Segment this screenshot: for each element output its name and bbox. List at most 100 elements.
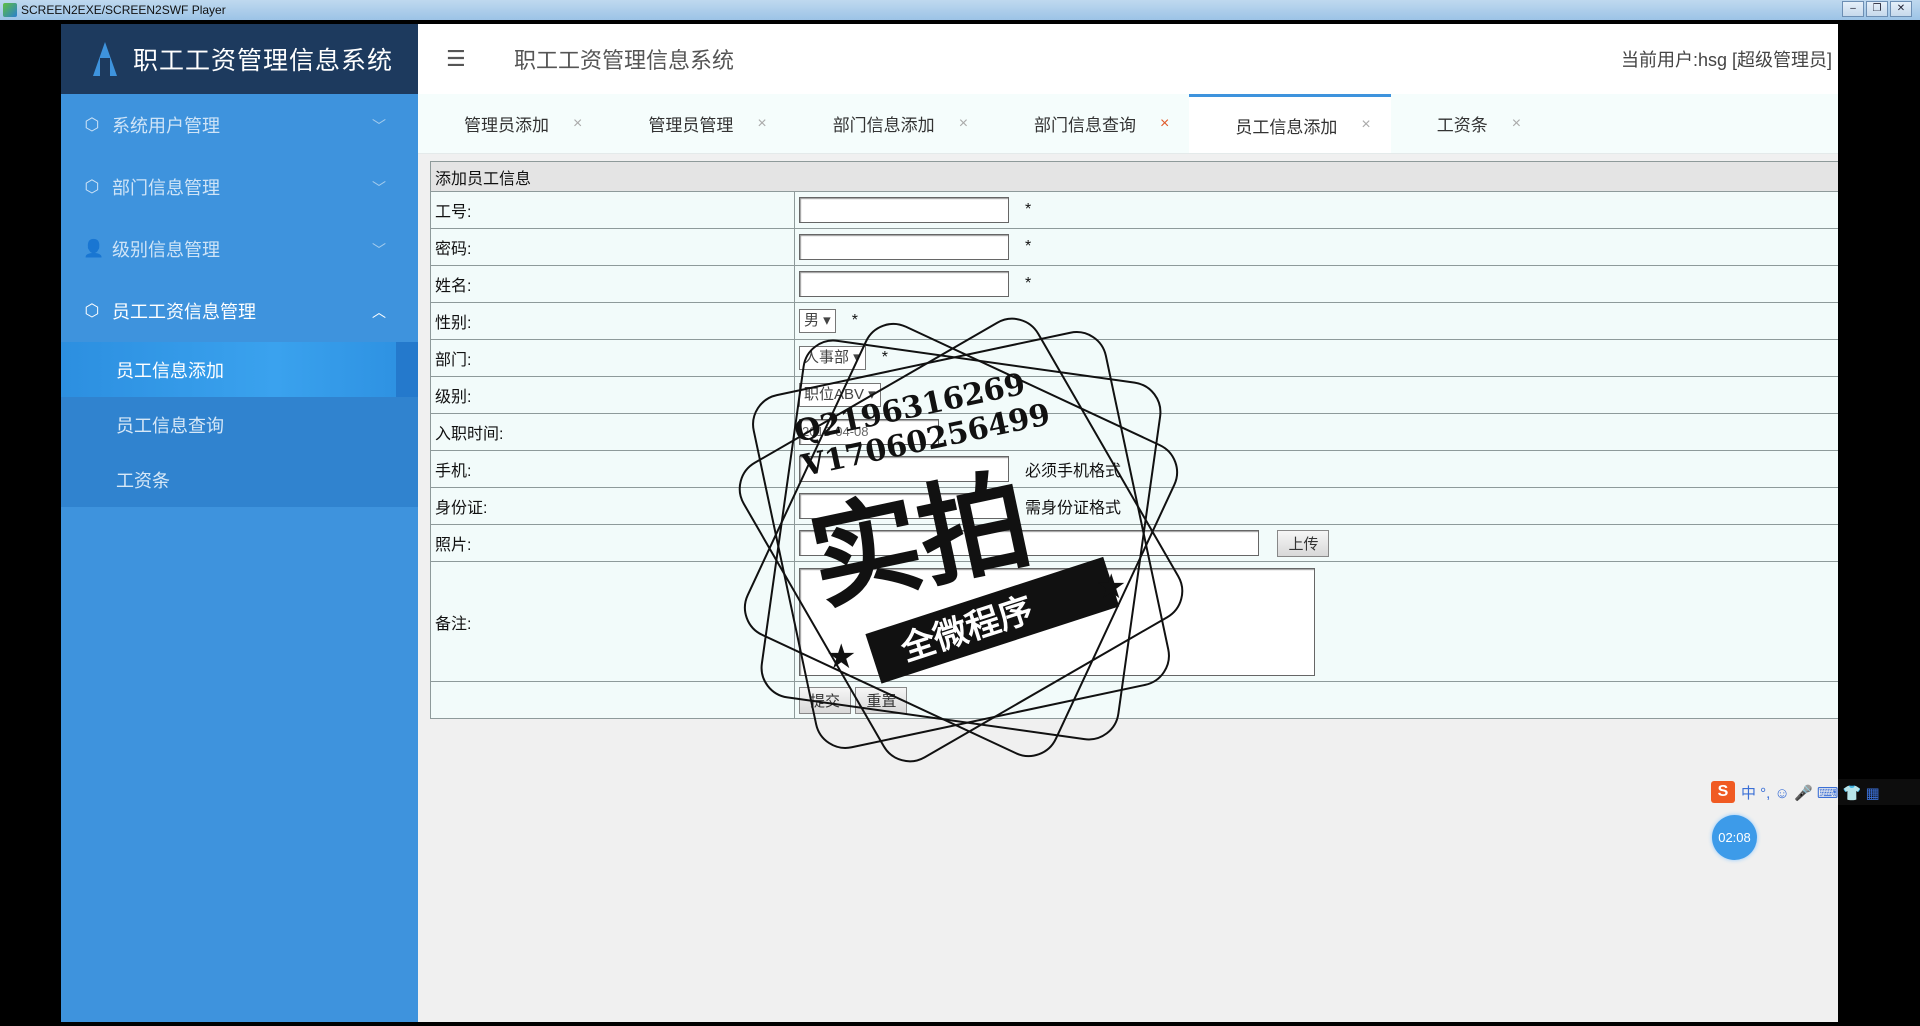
cube-icon: ⬡ — [84, 115, 100, 134]
field-label: 照片: — [430, 524, 795, 562]
upload-button[interactable]: 上传 — [1277, 529, 1330, 557]
tab-dept-query[interactable]: 部门信息查询 × — [988, 94, 1189, 153]
close-icon[interactable]: × — [1361, 116, 1370, 134]
required-mark: * — [881, 349, 888, 366]
required-mark: * — [1025, 275, 1032, 292]
select-value: 男 — [804, 312, 820, 329]
sidebar-item-payslip[interactable]: 工资条 — [61, 452, 418, 507]
cube-icon: ⬡ — [84, 177, 100, 196]
close-icon[interactable]: × — [573, 115, 582, 133]
form-row-idcard: 身份证: 需身份证格式 — [430, 487, 1838, 525]
name-input[interactable] — [799, 271, 1009, 297]
close-icon[interactable]: × — [1512, 115, 1521, 133]
form-row-id: 工号: * — [430, 191, 1838, 229]
app-icon — [3, 3, 17, 17]
level-select[interactable]: 职位ABV ▾ — [799, 383, 881, 407]
remark-textarea[interactable] — [799, 567, 1315, 676]
field-label: 身份证: — [430, 487, 795, 525]
tab-label: 工资条 — [1436, 116, 1488, 135]
window-controls: ‒ ❐ ✕ — [1842, 1, 1912, 17]
sidebar-item-employee-query[interactable]: 员工信息查询 — [61, 397, 418, 452]
user-icon: 👤 — [83, 239, 105, 258]
gender-select[interactable]: 男 ▾ — [799, 309, 836, 333]
tab-admin-add[interactable]: 管理员添加 × — [418, 94, 602, 153]
sidebar-item-employee-add[interactable]: 员工信息添加 — [61, 342, 418, 397]
tab-label: 管理员添加 — [464, 116, 549, 135]
form-row-join-date: 入职时间: 2018-04-08 — [430, 413, 1838, 451]
form-row-actions: 提交 重置 — [430, 681, 1838, 719]
select-value: 人事部 — [804, 349, 850, 366]
sidebar-group-label: 级别信息管理 — [112, 240, 220, 260]
form-row-name: 姓名: * — [430, 265, 1838, 303]
sidebar-group-label: 系统用户管理 — [112, 116, 220, 136]
form-row-level: 级别: 职位ABV ▾ — [430, 376, 1838, 414]
ime-status[interactable]: 中 °, ☺ 🎤 ⌨ 👕 ▦ — [1741, 782, 1880, 803]
current-user[interactable]: 当前用户:hsg [超级管理员] — [1621, 46, 1832, 72]
logo-icon — [91, 42, 119, 76]
sidebar-group-label: 部门信息管理 — [112, 178, 220, 198]
chevron-up-icon: ︿ — [372, 304, 386, 320]
reset-button[interactable]: 重置 — [855, 686, 908, 714]
close-icon[interactable]: × — [959, 115, 968, 133]
ime-toolbar[interactable]: S 中 °, ☺ 🎤 ⌨ 👕 ▦ — [1711, 779, 1920, 805]
form-row-password: 密码: * — [430, 228, 1838, 266]
tab-admin-manage[interactable]: 管理员管理 × — [602, 94, 786, 153]
phone-input[interactable] — [799, 456, 1009, 482]
idcard-hint: 需身份证格式 — [1025, 500, 1122, 517]
field-label: 姓名: — [430, 265, 795, 303]
join-date-input[interactable]: 2018-04-08 — [799, 419, 939, 445]
idcard-input[interactable] — [799, 493, 1009, 519]
form-row-phone: 手机: 必须手机格式 — [430, 450, 1838, 488]
tab-label: 部门信息添加 — [832, 116, 935, 135]
form-row-remark: 备注: — [430, 561, 1838, 682]
photo-input[interactable] — [799, 530, 1259, 556]
employee-form: 添加员工信息 工号: * 密码: * 姓名: * 性别: 男 ▾ * 部门: 人… — [430, 161, 1838, 719]
sidebar-group-salary[interactable]: ⬡ 员工工资信息管理 ︿ — [61, 280, 418, 342]
employee-id-input[interactable] — [799, 197, 1009, 223]
chevron-down-icon: ﹀ — [372, 242, 386, 258]
tab-employee-add[interactable]: 员工信息添加 × — [1189, 94, 1391, 153]
form-header: 添加员工信息 — [430, 161, 1838, 192]
close-icon[interactable]: × — [1160, 115, 1169, 133]
menu-toggle-icon[interactable]: ☰ — [446, 46, 474, 72]
field-label: 密码: — [430, 228, 795, 266]
form-row-photo: 照片: 上传 — [430, 524, 1838, 562]
topbar: ☰ 职工工资管理信息系统 当前用户:hsg [超级管理员] — [418, 24, 1838, 94]
tab-dept-add[interactable]: 部门信息添加 × — [787, 94, 988, 153]
department-select[interactable]: 人事部 ▾ — [799, 346, 866, 370]
minimize-icon[interactable]: ‒ — [1842, 1, 1864, 17]
main-content: ☰ 职工工资管理信息系统 当前用户:hsg [超级管理员] 管理员添加 × 管理员… — [418, 24, 1838, 1022]
sidebar-group-departments[interactable]: ⬡ 部门信息管理 ﹀ — [61, 156, 418, 218]
submit-button[interactable]: 提交 — [799, 686, 852, 714]
form-row-department: 部门: 人事部 ▾ * — [430, 339, 1838, 377]
required-mark: * — [1025, 238, 1032, 255]
brand: 职工工资管理信息系统 — [61, 24, 418, 94]
sogou-logo-icon: S — [1711, 781, 1735, 803]
field-label: 工号: — [430, 191, 795, 229]
close-icon[interactable]: ✕ — [1890, 1, 1912, 17]
field-label: 入职时间: — [430, 413, 795, 451]
tab-label: 管理员管理 — [648, 116, 734, 135]
window-title: SCREEN2EXE/SCREEN2SWF Player — [21, 3, 226, 17]
chevron-down-icon: ﹀ — [372, 118, 386, 134]
chevron-down-icon: ﹀ — [372, 180, 386, 196]
join-date-value: 2018-04-08 — [802, 424, 869, 439]
tab-label: 部门信息查询 — [1034, 116, 1137, 135]
required-mark: * — [851, 312, 858, 329]
page-title: 职工工资管理信息系统 — [514, 48, 735, 73]
form-row-gender: 性别: 男 ▾ * — [430, 302, 1838, 340]
password-input[interactable] — [799, 234, 1009, 260]
close-icon[interactable]: × — [757, 115, 766, 133]
cube-icon: ⬡ — [84, 301, 100, 320]
sidebar: 职工工资管理信息系统 ⬡ 系统用户管理 ﹀ ⬡ 部门信息管理 ﹀ 👤 级别信息管… — [61, 24, 418, 1022]
recording-timer: 02:08 — [1712, 815, 1757, 860]
form-table: 添加员工信息 工号: * 密码: * 姓名: * 性别: 男 ▾ * 部门: 人… — [430, 161, 1838, 719]
sidebar-group-users[interactable]: ⬡ 系统用户管理 ﹀ — [61, 94, 418, 156]
required-mark: * — [1025, 201, 1032, 218]
select-value: 职位ABV — [804, 386, 865, 403]
tab-payslip[interactable]: 工资条 × — [1391, 94, 1541, 153]
app-screen: 职工工资管理信息系统 ⬡ 系统用户管理 ﹀ ⬡ 部门信息管理 ﹀ 👤 级别信息管… — [61, 24, 1838, 1022]
player-titlebar: SCREEN2EXE/SCREEN2SWF Player ‒ ❐ ✕ — [0, 0, 1920, 20]
sidebar-group-levels[interactable]: 👤 级别信息管理 ﹀ — [61, 218, 418, 280]
restore-icon[interactable]: ❐ — [1866, 1, 1888, 17]
